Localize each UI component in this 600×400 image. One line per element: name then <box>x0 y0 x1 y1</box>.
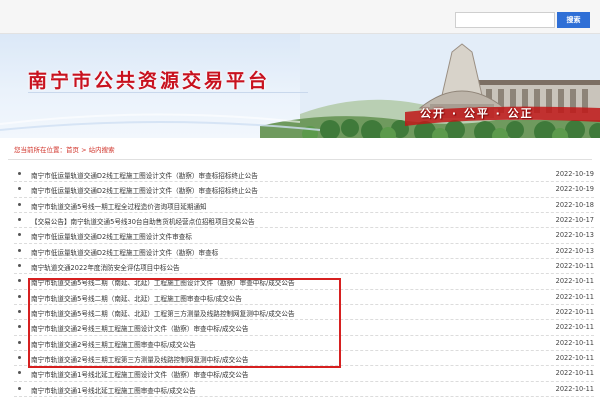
list-item-date: 2022-10-11 <box>555 369 594 378</box>
bullet-icon <box>18 172 21 175</box>
divider <box>8 159 592 160</box>
bullet-icon <box>18 340 21 344</box>
list-item[interactable]: 南宁市低运量轨道交通D2线工程施工图设计文件（勘察）审查标 2022-10-13 <box>14 244 594 260</box>
bullet-icon <box>18 310 21 314</box>
list-item[interactable]: 【交易公告】南宁轨道交通5号线30台自助售货机经营点位招租项目交易公告 2022-… <box>14 213 594 229</box>
list-item-title[interactable]: 南宁市轨道交通5号线一期工程全过程造价咨询项目延期通知 <box>31 201 207 211</box>
red-highlight-box <box>28 278 341 368</box>
list-item-title[interactable]: 【交易公告】南宁轨道交通5号线30台自助售货机经营点位招租项目交易公告 <box>31 216 255 226</box>
breadcrumb-home-link[interactable]: 首页 <box>66 146 79 154</box>
site-slogan: 公开 · 公平 · 公正 <box>420 107 534 120</box>
search-input[interactable] <box>455 12 555 28</box>
bullet-icon <box>18 248 21 252</box>
list-item-date: 2022-10-19 <box>555 170 594 178</box>
list-item-date: 2022-10-17 <box>555 216 594 225</box>
breadcrumb-separator: > <box>79 146 89 154</box>
list-item-date: 2022-10-13 <box>555 231 594 240</box>
bullet-icon <box>18 386 21 390</box>
list-item-date: 2022-10-11 <box>555 277 594 286</box>
list-item-title[interactable]: 南宁市轨道交通1号线北延工程施工图设计文件（勘察）审查中标/成交公告 <box>31 369 248 379</box>
bullet-icon <box>18 233 21 237</box>
bullet-icon <box>18 202 21 206</box>
bullet-icon <box>18 325 21 329</box>
list-item-date: 2022-10-11 <box>555 354 594 363</box>
site-banner: 南宁市公共资源交易平台 公开 · 公平 · 公正 <box>0 34 600 138</box>
list-item-date: 2022-10-11 <box>555 292 594 301</box>
list-item-date: 2022-10-11 <box>555 323 594 332</box>
breadcrumb: 您当前所在位置：首页 > 站内搜索 <box>14 144 115 156</box>
list-item-title[interactable]: 南宁市低运量轨道交通D2线工程施工图设计文件（勘察）审查标招标终止公告 <box>31 185 258 195</box>
list-item-date: 2022-10-13 <box>555 246 594 255</box>
list-item[interactable]: 南宁市轨道交通1号线北延工程施工图设计文件（勘察）审查中标/成交公告 2022-1… <box>14 366 594 382</box>
list-item-title[interactable]: 南宁轨道交通2022年度消防安全评估项目中标公告 <box>31 262 180 272</box>
list-item[interactable]: 南宁轨道交通2022年度消防安全评估项目中标公告 2022-10-11 <box>14 259 594 275</box>
bullet-icon <box>18 356 21 360</box>
site-title: 南宁市公共资源交易平台 <box>28 70 271 92</box>
list-item-date: 2022-10-11 <box>555 262 594 271</box>
search-button[interactable]: 搜索 <box>557 12 590 28</box>
bullet-icon <box>18 264 21 268</box>
bullet-icon <box>18 218 21 222</box>
bullet-icon <box>18 187 21 191</box>
list-item[interactable]: 南宁市轨道交通5号线一期工程全过程造价咨询项目延期通知 2022-10-18 <box>14 198 594 214</box>
top-search-bar: 搜索 <box>0 0 600 34</box>
list-item-date: 2022-10-18 <box>555 200 594 209</box>
list-item-title[interactable]: 南宁市低运量轨道交通D2线工程施工图设计文件（勘察）审查标招标终止公告 <box>31 170 258 180</box>
title-underline <box>28 92 308 93</box>
bullet-icon <box>18 279 21 283</box>
list-item-title[interactable]: 南宁市低运量轨道交通D2线工程施工图设计文件（勘察）审查标 <box>31 247 218 257</box>
list-item[interactable]: 南宁市低运量轨道交通D2线工程施工图设计文件（勘察）审查标招标终止公告 2022-… <box>14 182 594 198</box>
list-item-date: 2022-10-11 <box>555 308 594 317</box>
breadcrumb-current: 站内搜索 <box>88 146 115 154</box>
list-item[interactable]: 南宁市低运量轨道交通D2线工程施工图设计文件（勘察）审查标招标终止公告 2022-… <box>14 167 594 183</box>
list-item-date: 2022-10-19 <box>555 185 594 194</box>
breadcrumb-label: 您当前所在位置： <box>14 146 66 154</box>
list-item-title[interactable]: 南宁市低运量轨道交通D2线工程施工图设计文件审查标 <box>31 231 192 241</box>
list-item[interactable]: 南宁市低运量轨道交通D2线工程施工图设计文件审查标 2022-10-13 <box>14 228 594 244</box>
page: 搜索 南宁市公共资源交易平台 公开 · 公平 · 公正 您当前所在位置：首页 >… <box>0 0 600 400</box>
list-item-date: 2022-10-11 <box>555 338 594 347</box>
bullet-icon <box>18 371 21 375</box>
bullet-icon <box>18 294 21 298</box>
list-item[interactable]: 南宁市轨道交通1号线北延工程施工图审查中标/成交公告 2022-10-11 <box>14 382 594 398</box>
list-item-date: 2022-10-11 <box>555 384 594 393</box>
list-item-title[interactable]: 南宁市轨道交通1号线北延工程施工图审查中标/成交公告 <box>31 385 196 395</box>
